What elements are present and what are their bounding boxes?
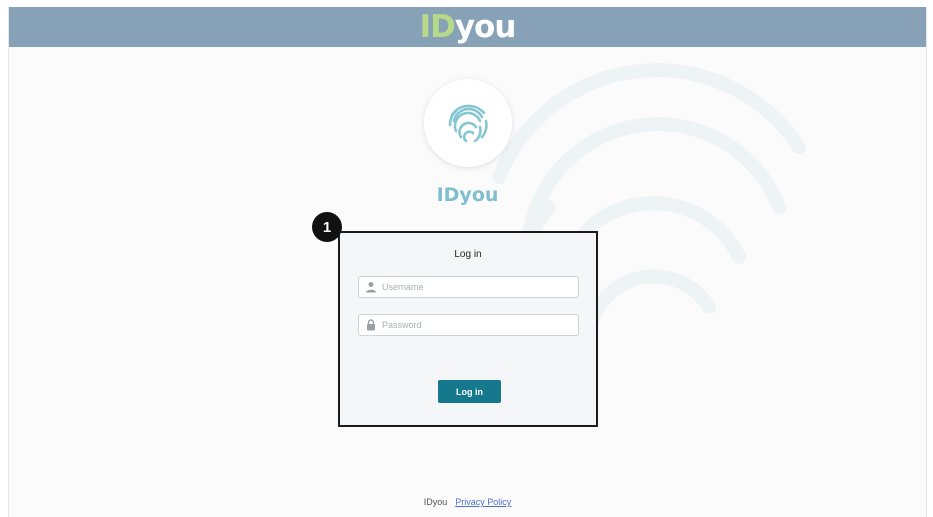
password-field[interactable] xyxy=(358,314,579,336)
footer-brand: IDyou xyxy=(423,497,448,507)
user-icon xyxy=(366,282,376,293)
logo-id-part: ID xyxy=(419,8,456,45)
password-input[interactable] xyxy=(382,317,572,333)
page-footer: IDyou Privacy Policy xyxy=(9,497,926,507)
brand-name-heading: IDyou xyxy=(436,184,499,206)
fingerprint-icon xyxy=(448,104,488,143)
top-header-bar: IDyou xyxy=(9,7,926,47)
login-button[interactable]: Log in xyxy=(438,380,501,403)
username-field[interactable] xyxy=(358,276,579,298)
login-title: Log in xyxy=(454,249,482,260)
username-input[interactable] xyxy=(382,279,572,295)
fingerprint-emblem xyxy=(424,79,512,167)
logo-you-part: you xyxy=(454,8,517,45)
browser-viewport: IDyou IDyou Log in Username Log in IDyou… xyxy=(8,7,927,517)
header-logo: IDyou xyxy=(419,8,517,45)
login-form-box: Log in Log in xyxy=(338,231,598,427)
privacy-policy-link[interactable]: Privacy Policy xyxy=(455,497,511,507)
annotation-marker-1: 1 xyxy=(312,212,342,242)
lock-icon xyxy=(367,319,375,331)
